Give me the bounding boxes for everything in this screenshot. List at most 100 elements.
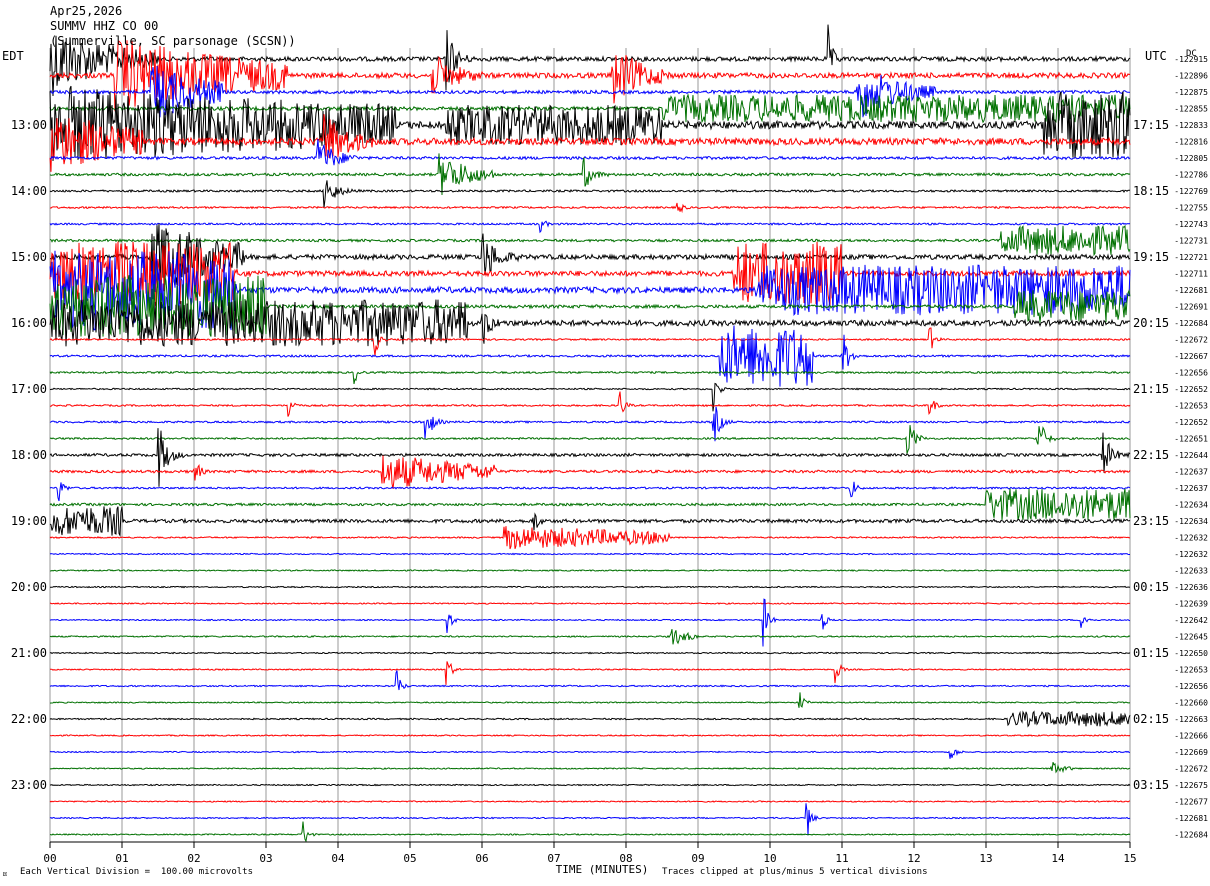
trace-line <box>49 803 1131 836</box>
dc-offset-label: -122677 <box>1174 798 1208 807</box>
dc-offset-label: -122805 <box>1174 154 1208 163</box>
dc-offset-label: -122663 <box>1174 715 1208 724</box>
trace-line <box>49 224 1131 257</box>
trace-line <box>49 93 1131 124</box>
dc-offset-label: -122731 <box>1174 237 1208 246</box>
dc-header-label: DC <box>1186 49 1197 59</box>
trace-line <box>49 275 1131 338</box>
dc-offset-label: -122755 <box>1174 204 1208 213</box>
x-tick-label: 12 <box>907 852 920 865</box>
dc-offset-label: -122633 <box>1174 567 1208 576</box>
right-hour-label: 00:15 <box>1133 580 1169 594</box>
dc-offset-label: -122672 <box>1174 336 1208 345</box>
left-hour-label: 17:00 <box>11 382 47 396</box>
trace-line <box>49 628 1131 645</box>
trace-line <box>49 114 1131 172</box>
trace-line <box>49 391 1131 417</box>
trace-line <box>49 220 1131 234</box>
minute-grid <box>49 48 1131 842</box>
left-hour-label: 23:00 <box>11 778 47 792</box>
helicorder-plot: 00 01 02 03 04 05 06 07 08 09 10 11 12 13 14 15 13:0014… <box>11 24 1208 876</box>
left-hour-label: 13:00 <box>11 118 47 132</box>
trace-line <box>49 180 1130 208</box>
dc-offset-label: -122645 <box>1174 633 1208 642</box>
dc-offset-label: -122653 <box>1174 402 1208 411</box>
dc-offset-label: -122721 <box>1174 253 1208 262</box>
trace-line <box>49 602 1131 605</box>
right-hour-label: 21:15 <box>1133 382 1169 396</box>
x-tick-label: 14 <box>1051 852 1065 865</box>
left-hour-labels: 13:00 14:00 15:00 16:00 17:00 18:00 19:00 20:00… <box>11 118 47 792</box>
dc-offset-label: -122691 <box>1174 303 1208 312</box>
right-hour-label: 03:15 <box>1133 778 1169 792</box>
dc-offset-label: -122637 <box>1174 468 1208 477</box>
right-hour-label: 18:15 <box>1133 184 1169 198</box>
x-tick-label: 10 <box>763 852 776 865</box>
dc-offset-label: -122651 <box>1174 435 1208 444</box>
x-tick-label: 15 <box>1123 852 1136 865</box>
x-tick-label: 09 <box>691 852 704 865</box>
station-id: SUMMV HHZ CO 00 <box>50 19 159 33</box>
dc-offset-label: -122711 <box>1174 270 1208 279</box>
x-axis: 00 01 02 03 04 05 06 07 08 09 10 11 12 13 14 15 <box>43 841 1137 865</box>
dc-offset-label: -122636 <box>1174 583 1208 592</box>
dc-offset-label: -122681 <box>1174 814 1208 823</box>
trace-line <box>49 762 1131 774</box>
trace-line <box>49 821 1131 843</box>
dc-offset-label: -122652 <box>1174 418 1208 427</box>
x-tick-label: 01 <box>115 852 128 865</box>
dc-offset-label: -122634 <box>1174 517 1208 526</box>
right-hour-label: 02:15 <box>1133 712 1169 726</box>
dc-offset-label: -122855 <box>1174 105 1208 114</box>
trace-line <box>49 569 1130 572</box>
trace-line <box>49 325 1131 387</box>
right-hour-label: 17:15 <box>1133 118 1169 132</box>
right-hour-labels: 17:15 18:15 19:15 20:15 21:15 22:15 23:15 00:15… <box>1133 118 1169 792</box>
trace-line <box>49 749 1130 759</box>
right-hour-label: 01:15 <box>1133 646 1169 660</box>
dc-offset-label: -122684 <box>1174 319 1208 328</box>
left-hour-label: 15:00 <box>11 250 47 264</box>
dc-offset-label: -122896 <box>1174 72 1208 81</box>
dc-offset-label: -122660 <box>1174 699 1208 708</box>
scale-note: Each Vertical Division = 100.00 microvol… <box>20 867 253 877</box>
plot-date: Apr25,2026 <box>50 4 123 18</box>
dc-offset-label: -122743 <box>1174 220 1208 229</box>
dc-offset-label: -122833 <box>1174 121 1208 130</box>
trace-line <box>49 651 1131 655</box>
x-tick-label: 03 <box>259 852 272 865</box>
dc-offset-label: -122644 <box>1174 451 1208 460</box>
dc-offset-label: -122632 <box>1174 534 1208 543</box>
dc-offset-label: -122642 <box>1174 616 1208 625</box>
right-timezone-label: UTC <box>1145 49 1167 63</box>
left-timezone-label: EDT <box>2 49 24 63</box>
x-tick-label: 02 <box>187 852 200 865</box>
trace-line <box>49 734 1131 737</box>
dc-offset-label: -122650 <box>1174 649 1208 658</box>
x-tick-label: 00 <box>43 852 56 865</box>
clip-note: Traces clipped at plus/minus 5 vertical … <box>662 867 928 877</box>
dc-offset-label: -122667 <box>1174 352 1208 361</box>
dc-offset-label: -122684 <box>1174 831 1208 840</box>
dc-offset-label: -122769 <box>1174 187 1208 196</box>
trace-line <box>49 800 1131 803</box>
x-tick-label: 06 <box>475 852 488 865</box>
left-hour-label: 19:00 <box>11 514 47 528</box>
trace-line <box>49 481 1131 502</box>
trace-line <box>49 670 1131 691</box>
left-hour-label: 14:00 <box>11 184 47 198</box>
dc-offset-label: -122669 <box>1174 748 1208 757</box>
trace-line <box>49 406 1131 442</box>
trace-line <box>49 526 1131 550</box>
trace-line <box>49 327 1131 356</box>
dc-offset-label: -122653 <box>1174 666 1208 675</box>
dc-offset-label: -122656 <box>1174 369 1208 378</box>
dc-offset-label: -122666 <box>1174 732 1208 741</box>
x-tick-label: 04 <box>331 852 345 865</box>
dc-offset-label: -122875 <box>1174 88 1208 97</box>
dc-offset-label: -122637 <box>1174 484 1208 493</box>
dc-offset-label: -122681 <box>1174 286 1208 295</box>
right-hour-label: 22:15 <box>1133 448 1169 462</box>
right-hour-label: 19:15 <box>1133 250 1169 264</box>
x-tick-label: 11 <box>835 852 848 865</box>
